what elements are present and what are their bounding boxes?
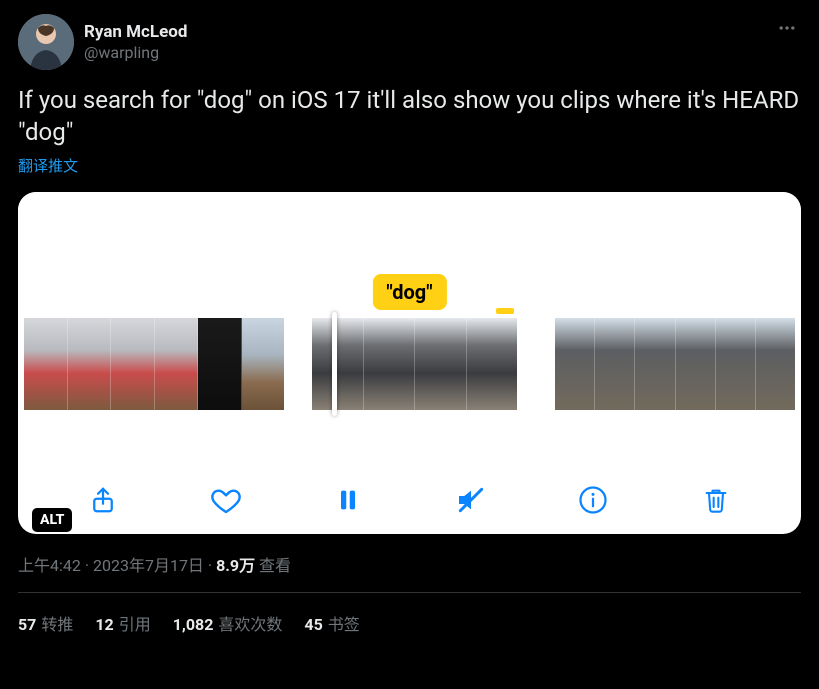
thumbnail — [364, 318, 416, 410]
mute-icon[interactable] — [451, 480, 491, 520]
tweet-header: Ryan McLeod @warpling — [18, 14, 801, 70]
quotes-stat[interactable]: 12引用 — [95, 611, 150, 635]
retweets-stat[interactable]: 57转推 — [18, 611, 73, 635]
thumbnail — [155, 318, 199, 410]
info-icon[interactable] — [573, 480, 613, 520]
user-handle[interactable]: @warpling — [84, 43, 187, 62]
media-toolbar — [18, 480, 801, 520]
media-card[interactable]: "dog" — [18, 192, 801, 534]
views-count[interactable]: 8.9万 — [216, 556, 255, 575]
thumbnail — [467, 318, 518, 410]
display-name[interactable]: Ryan McLeod — [84, 22, 187, 42]
heart-icon[interactable] — [206, 480, 246, 520]
pause-icon[interactable] — [328, 480, 368, 520]
thumbnail — [312, 318, 364, 410]
alt-badge[interactable]: ALT — [32, 508, 72, 532]
tweet-text: If you search for "dog" on iOS 17 it'll … — [18, 84, 801, 149]
thumbnail — [111, 318, 155, 410]
thumbnail — [68, 318, 112, 410]
tweet-time[interactable]: 上午4:42 — [18, 556, 81, 575]
tweet-meta: 上午4:42 · 2023年7月17日 · 8.9万 查看 — [18, 552, 801, 576]
thumbnail — [676, 318, 716, 410]
clip-group[interactable] — [24, 318, 284, 410]
search-term-badge: "dog" — [372, 274, 446, 310]
user-meta: Ryan McLeod @warpling — [84, 22, 187, 62]
more-options-icon[interactable] — [773, 14, 801, 46]
trash-icon[interactable] — [696, 480, 736, 520]
tweet-date[interactable]: 2023年7月17日 — [93, 556, 204, 575]
stats-row: 57转推 12引用 1,082喜欢次数 45书签 — [18, 593, 801, 635]
tweet-container: Ryan McLeod @warpling If you search for … — [0, 0, 819, 649]
video-timeline[interactable] — [18, 318, 801, 410]
thumbnail — [716, 318, 756, 410]
thumbnail — [635, 318, 675, 410]
avatar[interactable] — [18, 14, 74, 70]
views-label: 查看 — [255, 556, 291, 575]
user-row[interactable]: Ryan McLeod @warpling — [18, 14, 187, 70]
clip-group[interactable] — [312, 318, 517, 410]
thumbnail — [756, 318, 795, 410]
timeline-marker — [496, 308, 514, 314]
thumbnail — [24, 318, 68, 410]
thumbnail — [595, 318, 635, 410]
bookmarks-stat[interactable]: 45书签 — [304, 611, 359, 635]
thumbnail — [415, 318, 467, 410]
share-icon[interactable] — [83, 480, 123, 520]
scrubber-handle[interactable] — [332, 312, 337, 416]
clip-group[interactable] — [555, 318, 795, 410]
thumbnail — [198, 318, 242, 410]
thumbnail — [242, 318, 285, 410]
likes-stat[interactable]: 1,082喜欢次数 — [173, 611, 283, 635]
translate-link[interactable]: 翻译推文 — [18, 155, 801, 176]
thumbnail — [555, 318, 595, 410]
